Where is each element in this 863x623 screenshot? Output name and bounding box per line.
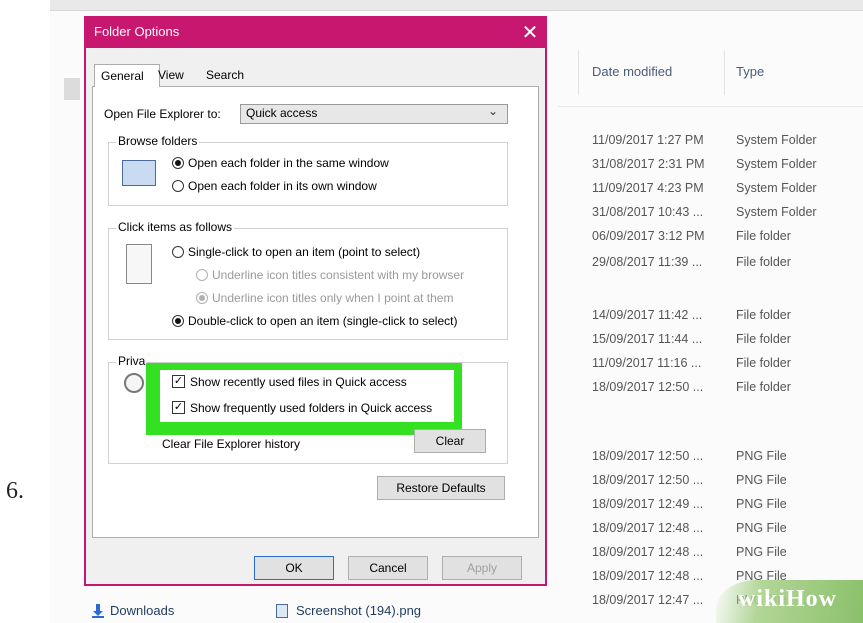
row-type[interactable]: PNG File	[736, 521, 787, 535]
row-type[interactable]: PNG File	[736, 497, 787, 511]
download-arrow-icon	[92, 604, 104, 618]
pointer-cursor-icon	[126, 244, 152, 284]
open-explorer-to-label: Open File Explorer to:	[104, 107, 221, 121]
tab-search[interactable]: Search	[200, 64, 250, 86]
own-window-label[interactable]: Open each folder in its own window	[188, 179, 377, 193]
column-header-type[interactable]: Type	[736, 64, 764, 79]
clear-button[interactable]: Clear	[414, 429, 486, 453]
row-type[interactable]: File folder	[736, 308, 791, 322]
row-type[interactable]: File folder	[736, 380, 791, 394]
row-date-modified[interactable]: 18/09/2017 12:50 ...	[592, 473, 703, 487]
browse-folders-legend: Browse folders	[116, 134, 200, 148]
clock-icon	[124, 373, 144, 393]
row-type[interactable]: File folder	[736, 332, 791, 346]
row-date-modified[interactable]: 18/09/2017 12:50 ...	[592, 380, 703, 394]
row-date-modified[interactable]: 18/09/2017 12:48 ...	[592, 569, 703, 583]
chevron-down-icon: ⌄	[488, 104, 499, 118]
tab-general[interactable]: General	[94, 64, 160, 87]
png-file-icon	[276, 604, 288, 618]
cancel-button[interactable]: Cancel	[348, 556, 428, 580]
radio-double-click[interactable]	[172, 315, 184, 327]
restore-defaults-button[interactable]: Restore Defaults	[377, 476, 505, 500]
close-icon[interactable]: ✕	[520, 20, 540, 45]
navigation-pane-strip	[64, 78, 80, 100]
folder-window-icon	[122, 160, 156, 186]
row-type[interactable]: PNG File	[736, 473, 787, 487]
radio-own-window[interactable]	[172, 180, 184, 192]
row-date-modified[interactable]: 18/09/2017 12:48 ...	[592, 521, 703, 535]
row-date-modified[interactable]: 31/08/2017 2:31 PM	[592, 157, 705, 171]
row-date-modified[interactable]: 11/09/2017 1:27 PM	[592, 133, 704, 147]
nav-item-downloads[interactable]: Downloads	[110, 603, 174, 618]
row-date-modified[interactable]: 11/09/2017 4:23 PM	[592, 181, 704, 195]
row-date-modified[interactable]: 06/09/2017 3:12 PM	[592, 229, 705, 243]
row-date-modified[interactable]: 18/09/2017 12:49 ...	[592, 497, 703, 511]
same-window-label[interactable]: Open each folder in the same window	[188, 156, 389, 170]
row-type[interactable]: PNG File	[736, 545, 787, 559]
browse-folders-group	[108, 142, 508, 206]
row-date-modified[interactable]: 18/09/2017 12:48 ...	[592, 545, 703, 559]
tab-view[interactable]: View	[152, 64, 190, 86]
row-type[interactable]: File folder	[736, 255, 791, 269]
privacy-legend: Priva	[116, 354, 148, 368]
checkbox-frequent-folders[interactable]: ✓	[172, 401, 185, 414]
underline-browser-label[interactable]: Underline icon titles consistent with my…	[212, 268, 464, 282]
open-explorer-to-value: Quick access	[246, 106, 318, 120]
row-type[interactable]: System Folder	[736, 181, 817, 195]
row-date-modified[interactable]: 31/08/2017 10:43 ...	[592, 205, 703, 219]
click-items-legend: Click items as follows	[116, 220, 235, 234]
row-date-modified[interactable]: 29/08/2017 11:39 ...	[592, 255, 702, 269]
row-date-modified[interactable]: 11/09/2017 11:16 ...	[592, 356, 701, 370]
row-date-modified[interactable]: 18/09/2017 12:47 ...	[592, 593, 703, 607]
column-header-date-modified[interactable]: Date modified	[592, 64, 672, 79]
clear-history-label: Clear File Explorer history	[162, 437, 301, 451]
step-number: 6.	[6, 478, 24, 504]
header-divider	[558, 106, 863, 107]
row-type[interactable]: System Folder	[736, 133, 817, 147]
radio-single-click[interactable]	[172, 246, 184, 258]
row-type[interactable]: System Folder	[736, 157, 817, 171]
single-click-label[interactable]: Single-click to open an item (point to s…	[188, 245, 420, 259]
row-type[interactable]: System Folder	[736, 205, 817, 219]
explorer-top-bar	[50, 0, 863, 11]
row-date-modified[interactable]: 14/09/2017 11:42 ...	[592, 308, 702, 322]
double-click-label[interactable]: Double-click to open an item (single-cli…	[188, 314, 457, 328]
apply-button[interactable]: Apply	[442, 556, 522, 580]
recent-files-label[interactable]: Show recently used files in Quick access	[190, 375, 407, 389]
radio-underline-browser[interactable]	[196, 269, 208, 281]
row-type[interactable]: File folder	[736, 356, 791, 370]
file-name[interactable]: Screenshot (194).png	[296, 603, 421, 618]
frequent-folders-label[interactable]: Show frequently used folders in Quick ac…	[190, 401, 432, 415]
row-date-modified[interactable]: 18/09/2017 12:50 ...	[592, 449, 703, 463]
radio-underline-point[interactable]	[196, 292, 208, 304]
row-date-modified[interactable]: 15/09/2017 11:44 ...	[592, 332, 702, 346]
wikihow-logo: wikiHow	[738, 586, 838, 612]
radio-same-window[interactable]	[172, 157, 184, 169]
checkbox-recent-files[interactable]: ✓	[172, 375, 185, 388]
row-type[interactable]: PNG File	[736, 449, 787, 463]
column-separator[interactable]	[578, 50, 579, 95]
row-type[interactable]: File folder	[736, 229, 791, 243]
ok-button[interactable]: OK	[254, 556, 334, 580]
dialog-title: Folder Options	[94, 24, 180, 39]
underline-point-label[interactable]: Underline icon titles only when I point …	[212, 291, 453, 305]
column-separator[interactable]	[724, 50, 725, 95]
